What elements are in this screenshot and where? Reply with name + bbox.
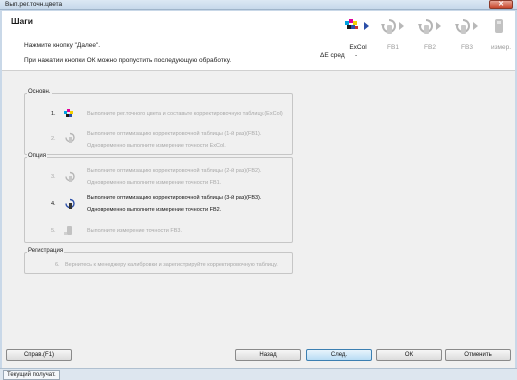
step-1-text: Выполните рег.точного цвета и составьте … bbox=[87, 111, 283, 117]
color-patches-icon bbox=[345, 19, 369, 30]
stepper-item-fb3: FB3 bbox=[452, 17, 482, 57]
cancel-button[interactable]: Отменить bbox=[445, 349, 511, 361]
group-title: Регистрация bbox=[27, 248, 65, 254]
status-text: Текущий получат. bbox=[3, 370, 60, 380]
step-5-text: Выполните измерение точности FB3. bbox=[87, 228, 182, 234]
step-number: 4. bbox=[51, 201, 56, 207]
step-3-text-line2: Одновременно выполните измерение точност… bbox=[87, 180, 222, 186]
stepper-label: FB2 bbox=[424, 44, 436, 51]
title-bar: Вып.рег.точн.цвета ✕ bbox=[0, 0, 517, 10]
group-option: Опция 3. Выполните оптимизацию корректир… bbox=[24, 153, 293, 243]
step-4-text-line2: Одновременно выполните измерение точност… bbox=[87, 207, 222, 213]
refresh-active-icon bbox=[65, 198, 75, 209]
stepper-item-measure: измер. bbox=[486, 17, 516, 57]
refresh-icon bbox=[455, 19, 478, 34]
step-number: 2. bbox=[51, 136, 56, 142]
delta-e-value: - bbox=[355, 52, 358, 59]
next-button[interactable]: След. bbox=[306, 349, 372, 361]
step-6-text: Вернитесь к менеджеру калибровки и зарег… bbox=[65, 262, 278, 268]
stepper-label: ExCol bbox=[349, 44, 367, 51]
instruction-text: Нажмите кнопку "Далее". bbox=[24, 42, 101, 49]
back-button[interactable]: Назад bbox=[235, 349, 301, 361]
step-2-text-line2: Одновременно выполните измерение точност… bbox=[87, 143, 226, 149]
step-4-text-line1: Выполните оптимизацию корректировочной т… bbox=[87, 195, 262, 201]
group-basic: Основн. 1. Выполните рег.точного цвета и… bbox=[24, 89, 293, 155]
step-3-text-line1: Выполните оптимизацию корректировочной т… bbox=[87, 168, 262, 174]
measurement-device-icon bbox=[64, 226, 72, 235]
group-title: Основн. bbox=[27, 89, 52, 95]
stepper-item-fb2: FB2 bbox=[415, 17, 445, 57]
delta-e-label: ΔE сред bbox=[320, 52, 345, 59]
stepper-label: измер. bbox=[490, 44, 512, 51]
window-title: Вып.рег.точн.цвета bbox=[5, 1, 63, 8]
color-patches-icon bbox=[64, 109, 73, 117]
refresh-icon bbox=[418, 19, 441, 34]
group-register: Регистрация 6. Вернитесь к менеджеру кал… bbox=[24, 248, 293, 274]
step-number: 1. bbox=[51, 111, 56, 117]
refresh-icon bbox=[65, 132, 75, 143]
dialog-body: Шаги Нажмите кнопку "Далее". При нажатии… bbox=[2, 11, 515, 368]
stepper-label: FB3 bbox=[461, 44, 473, 51]
ok-button[interactable]: ОК bbox=[376, 349, 442, 361]
status-bar: Текущий получат. bbox=[0, 368, 517, 380]
step-number: 5. bbox=[51, 228, 56, 234]
step-2-text-line1: Выполните оптимизацию корректировочной т… bbox=[87, 131, 262, 137]
measurement-device-icon bbox=[495, 19, 503, 33]
refresh-icon bbox=[65, 171, 75, 182]
step-number: 6. bbox=[55, 262, 60, 268]
close-button[interactable]: ✕ bbox=[489, 0, 513, 9]
stepper-item-fb1: FB1 bbox=[378, 17, 408, 57]
stepper-label: FB1 bbox=[387, 44, 399, 51]
hint-text: При нажатии кнопки ОК можно пропустить п… bbox=[24, 57, 232, 64]
stepper-item-excol: ExCol bbox=[343, 17, 373, 57]
group-title: Опция bbox=[27, 153, 47, 159]
header-panel: Шаги Нажмите кнопку "Далее". При нажатии… bbox=[2, 11, 515, 71]
refresh-icon bbox=[381, 19, 404, 34]
page-title: Шаги bbox=[11, 16, 34, 26]
help-button[interactable]: Справ.(F1) bbox=[6, 349, 72, 361]
step-number: 3. bbox=[51, 174, 56, 180]
